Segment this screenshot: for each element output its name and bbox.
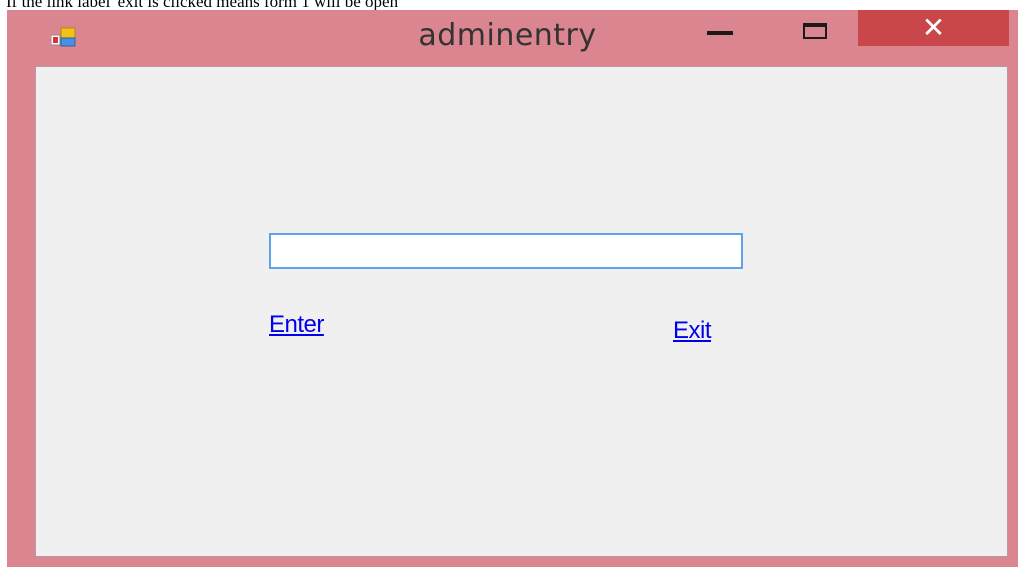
question-caption: If the link label 'exit is clicked means… — [6, 0, 399, 11]
title-bar[interactable]: adminentry ✕ — [7, 10, 1018, 66]
admin-text-input[interactable] — [269, 233, 743, 269]
exit-link[interactable]: Exit — [673, 317, 712, 345]
close-button[interactable]: ✕ — [858, 10, 1009, 46]
close-icon: ✕ — [921, 11, 946, 44]
enter-link[interactable]: Enter — [269, 311, 324, 339]
minimize-icon — [707, 31, 733, 35]
adminentry-window: adminentry ✕ Enter Exit — [7, 10, 1018, 567]
maximize-icon — [803, 23, 827, 39]
minimize-button[interactable] — [696, 10, 744, 46]
maximize-button[interactable] — [793, 10, 841, 46]
form-client-area: Enter Exit — [35, 66, 1008, 557]
